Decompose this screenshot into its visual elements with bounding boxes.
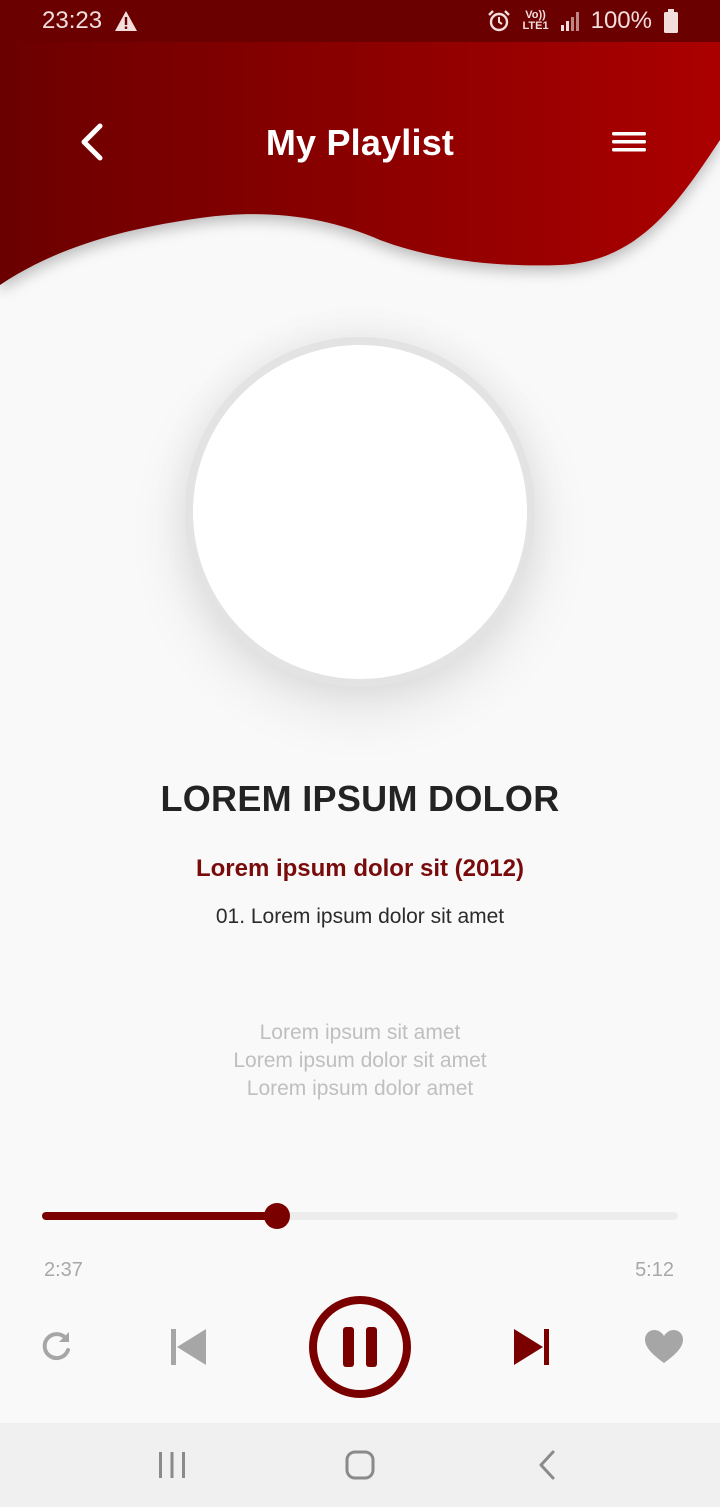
lyrics-line: Lorem ipsum dolor sit amet — [233, 1049, 487, 1072]
status-bar: 23:23 Vo)) LTE1 100% — [0, 0, 720, 42]
app-bar: My Playlist — [0, 110, 720, 180]
status-time: 23:23 — [42, 7, 103, 34]
seek-bar[interactable] — [42, 1203, 678, 1229]
track-number-title: 01. Lorem ipsum dolor sit amet — [215, 905, 505, 928]
seek-bar-fill — [42, 1212, 278, 1220]
battery-icon — [664, 9, 678, 33]
heart-icon[interactable] — [644, 1329, 684, 1365]
signal-icon — [560, 12, 579, 31]
battery-percent: 100% — [590, 7, 652, 34]
song-title: LOREM IPSUM DOLOR — [160, 778, 560, 819]
repeat-icon[interactable] — [38, 1328, 74, 1364]
lyrics: Lorem ipsum sit amet Lorem ipsum dolor s… — [0, 1019, 720, 1103]
alarm-icon — [487, 10, 510, 32]
skip-next-icon[interactable] — [512, 1327, 552, 1367]
pause-icon — [343, 1327, 377, 1367]
lyrics-line: Lorem ipsum dolor amet — [246, 1077, 474, 1100]
lyrics-line: Lorem ipsum sit amet — [259, 1021, 461, 1044]
current-time: 2:37 — [44, 1259, 83, 1281]
back-icon[interactable] — [528, 1449, 568, 1481]
network-indicator: Vo)) LTE1 — [522, 9, 549, 32]
album-name: Lorem ipsum dolor sit (2012) — [195, 855, 525, 882]
skip-previous-icon[interactable] — [168, 1327, 208, 1367]
pause-button[interactable] — [307, 1294, 413, 1400]
hamburger-menu-icon[interactable] — [610, 126, 648, 158]
recent-apps-icon[interactable] — [152, 1449, 192, 1481]
total-time: 5:12 — [635, 1259, 674, 1281]
seek-bar-handle[interactable] — [264, 1203, 291, 1229]
warning-icon — [115, 11, 138, 31]
system-nav-bar — [0, 1423, 720, 1507]
home-icon[interactable] — [340, 1449, 380, 1481]
album-art — [185, 337, 535, 687]
